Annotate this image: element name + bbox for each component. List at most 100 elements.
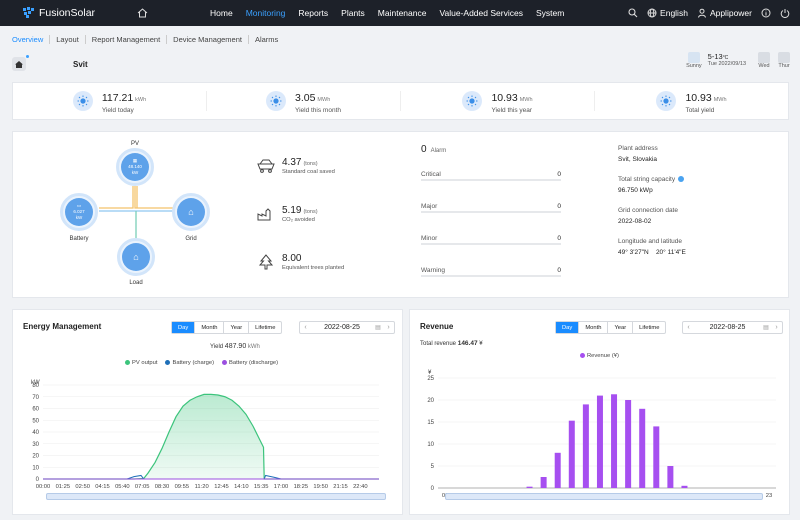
x-tick-label: 07:05 [135, 484, 150, 490]
calendar-icon[interactable]: ▤ [373, 324, 383, 331]
tab-report-management[interactable]: Report Management [84, 35, 166, 44]
weather-temp: 5-13 [707, 52, 723, 61]
x-tick-label: 23 [766, 493, 772, 499]
nav-item-maintenance[interactable]: Maintenance [378, 8, 427, 18]
revenue-bar[interactable] [639, 408, 646, 488]
pv-output-area [43, 394, 379, 479]
legend-item[interactable]: Battery (discharge) [222, 360, 278, 366]
info-icon[interactable] [678, 176, 685, 183]
env-label: Equivalent trees planted [282, 265, 345, 271]
revenue-bar[interactable] [540, 477, 547, 488]
x-tick-label: 17:00 [274, 484, 289, 490]
nav-item-reports[interactable]: Reports [298, 8, 328, 18]
revenue-date-picker[interactable]: ‹ 2022-08-25 ▤ › [682, 321, 783, 334]
alarm-row-minor[interactable]: Minor 0 [421, 219, 561, 251]
search-icon[interactable] [628, 8, 638, 18]
nav-item-value-added-services[interactable]: Value-Added Services [439, 8, 522, 18]
total-revenue-label: Total revenue [420, 341, 457, 347]
nav-item-system[interactable]: System [536, 8, 564, 18]
x-tick-label: 04:15 [95, 484, 110, 490]
tab-lifetime[interactable]: Lifetime [633, 322, 665, 333]
tab-device-management[interactable]: Device Management [166, 35, 248, 44]
revenue-bar[interactable] [653, 426, 660, 488]
plant-info: Plant address Svit, Slovakia Total string … [618, 145, 686, 269]
plant-name: Svit [73, 59, 88, 69]
nav-item-monitoring[interactable]: Monitoring [246, 8, 286, 18]
x-tick-label: 00:00 [36, 484, 51, 490]
revenue-bar[interactable] [582, 404, 589, 488]
info-icon[interactable] [761, 8, 771, 18]
revenue-bar[interactable] [667, 466, 674, 488]
tab-day[interactable]: Day [556, 322, 580, 333]
legend-item[interactable]: PV output [125, 360, 157, 366]
total-yield-value: 10.93 [685, 92, 712, 104]
plant-home-button[interactable] [12, 55, 29, 71]
revenue-date: 2022-08-25 [709, 324, 746, 331]
tab-year[interactable]: Year [224, 322, 250, 333]
user-menu[interactable]: Applipower [697, 8, 752, 18]
alarm-total-label: Alarm [430, 148, 447, 154]
tab-layout[interactable]: Layout [49, 35, 85, 44]
tab-month[interactable]: Month [195, 322, 225, 333]
legend-item[interactable]: Battery (charge) [165, 360, 214, 366]
yield-year-cell: 10.93 MWh Yield this year [401, 91, 595, 114]
plant-info-value: 96.750 kWp [618, 187, 653, 194]
plant-info-key-text: Longitude and latitude [618, 238, 682, 245]
energy-zoom-slider[interactable] [46, 493, 386, 500]
tab-lifetime[interactable]: Lifetime [249, 322, 281, 333]
tab-year[interactable]: Year [608, 322, 634, 333]
home-icon[interactable] [137, 8, 148, 18]
calendar-icon[interactable]: ▤ [761, 324, 771, 331]
nav-item-plants[interactable]: Plants [341, 8, 365, 18]
app-logo[interactable]: FusionSolar [22, 7, 95, 19]
revenue-bar[interactable] [568, 420, 575, 488]
load-label: Load [129, 280, 143, 286]
tab-alarms[interactable]: Alarms [247, 35, 284, 44]
user-icon [697, 8, 706, 18]
plant-info-key: Total string capacity [618, 176, 686, 183]
y-tick-label: 5 [431, 464, 435, 470]
revenue-zoom-slider[interactable] [445, 493, 763, 500]
revenue-bar[interactable] [625, 400, 632, 488]
alarm-row-warning[interactable]: Warning 0 [421, 251, 561, 283]
revenue-bar[interactable] [596, 395, 603, 488]
plant-info-key: Longitude and latitude [618, 238, 686, 245]
tab-day[interactable]: Day [172, 322, 196, 333]
next-date-button[interactable]: › [383, 324, 394, 331]
energy-yield-label: Yield [210, 344, 224, 350]
energy-date-picker[interactable]: ‹ 2022-08-25 ▤ › [299, 321, 395, 334]
yield-summary-card: 117.21 kWh Yield today 3.05 MWh Yield this mo… [12, 82, 789, 120]
grid-label: Grid [185, 236, 197, 242]
alarm-label: Minor [421, 235, 438, 242]
prev-date-button[interactable]: ‹ [683, 324, 694, 331]
yield-today-value: 117.21 [101, 92, 134, 104]
revenue-bar[interactable] [681, 485, 688, 488]
battery-node[interactable]: ▭ 6.027 kW [60, 193, 98, 231]
legend-dot [165, 360, 171, 365]
y-tick-label: 40 [32, 430, 39, 436]
next-date-button[interactable]: › [771, 324, 782, 331]
revenue-bar[interactable] [526, 486, 533, 488]
plant-info-value: Svit, Slovakia [618, 156, 658, 163]
energy-yield-value: 487.90 [224, 343, 247, 350]
load-node[interactable]: ⌂ [117, 238, 155, 276]
yield-month-label: Yield this month [294, 107, 341, 114]
alarm-row-major[interactable]: Major 0 [421, 187, 561, 219]
grid-node[interactable]: ⌂ [172, 193, 210, 231]
env-label: Standard coal saved [282, 169, 335, 175]
revenue-bar[interactable] [611, 394, 618, 488]
tab-overview[interactable]: Overview [12, 35, 49, 44]
revenue-bar[interactable] [554, 452, 561, 488]
fusionsolar-logo-icon [23, 7, 34, 18]
x-tick-label: 18:25 [294, 484, 309, 490]
language-selector[interactable]: English [647, 8, 688, 18]
power-icon[interactable] [780, 8, 790, 18]
alarm-row-critical[interactable]: Critical 0 [421, 155, 561, 187]
tab-month[interactable]: Month [579, 322, 609, 333]
yield-year-value: 10.93 [491, 92, 518, 104]
env-value: 4.37 [282, 157, 302, 168]
nav-item-home[interactable]: Home [210, 8, 233, 18]
revenue-legend-label: Revenue (¥) [587, 353, 619, 360]
prev-date-button[interactable]: ‹ [300, 324, 311, 331]
pv-node[interactable]: ▦ 48.140 kW [116, 148, 154, 186]
